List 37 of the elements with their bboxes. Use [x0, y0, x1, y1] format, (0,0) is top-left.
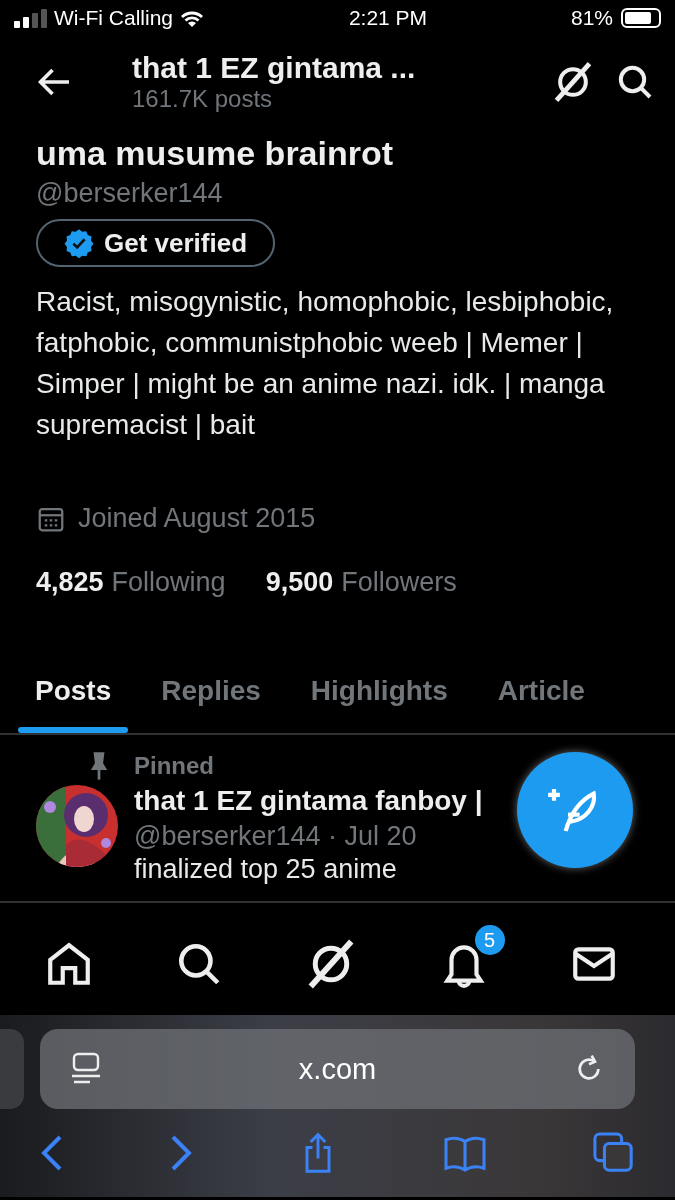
verified-badge-icon	[64, 228, 94, 258]
battery-icon	[621, 8, 661, 28]
username: @berserker144	[36, 178, 224, 209]
pinned-label: Pinned	[134, 752, 214, 780]
battery-percentage: 81%	[570, 6, 613, 30]
stat-count[interactable]: 4,825	[36, 567, 104, 598]
get-verified-button[interactable]: Get verified	[36, 219, 276, 267]
post-date: · Jul 20	[328, 821, 417, 851]
pin-icon	[88, 751, 110, 781]
address-bar[interactable]: x.com	[40, 1029, 635, 1109]
back-arrow-icon[interactable]	[36, 67, 72, 97]
profile-tab[interactable]: Replies	[144, 661, 278, 733]
clock: 2:21 PM	[348, 6, 428, 30]
forward-icon[interactable]	[169, 1133, 194, 1173]
profile-title: that 1 EZ gintama ...	[132, 51, 417, 85]
compose-button[interactable]	[517, 752, 633, 868]
join-date: Joined August 2015	[78, 503, 316, 534]
post-handle: @berserker144	[134, 821, 321, 851]
profile-tab[interactable]: Article	[480, 661, 602, 733]
bookmarks-icon[interactable]	[441, 1134, 488, 1172]
reader-icon	[70, 1052, 102, 1086]
stat-label[interactable]: Following	[111, 567, 226, 598]
profile-tab[interactable]: Highlights	[293, 661, 465, 733]
nav-button[interactable]: 5	[432, 923, 507, 995]
signal-icon	[14, 8, 48, 28]
post-author: that 1 EZ gintama fanboy |	[134, 785, 483, 817]
carrier-label: Wi-Fi Calling	[54, 6, 173, 30]
stat-count[interactable]: 9,500	[265, 567, 334, 598]
notification-count: 5	[472, 923, 507, 957]
display-name: uma musume brainrot	[36, 134, 395, 172]
bio-text: Racist, misogynistic, homophobic, lesbiphobic, fatphobic, communistphobic weeb | Memer | Simper | might be an anime nazi. idk. | manga supremacist | bait	[36, 285, 615, 442]
post-text: finalized top 25 anime	[134, 854, 398, 885]
tabs-icon[interactable]	[593, 1132, 635, 1174]
back-icon[interactable]	[40, 1133, 64, 1173]
profile-tab[interactable]: Posts	[18, 661, 129, 733]
post-count: 161.7K posts	[132, 85, 274, 113]
stat-label[interactable]: Followers	[341, 567, 457, 598]
